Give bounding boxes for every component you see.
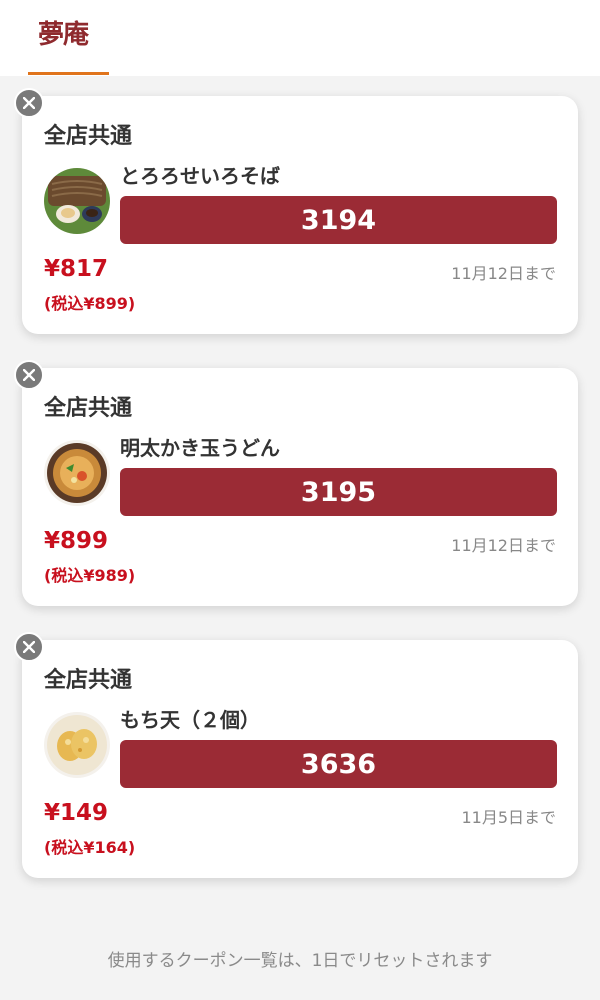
close-icon[interactable] xyxy=(14,360,44,390)
tax-included-price: (税込¥989) xyxy=(44,566,136,585)
active-tab-indicator xyxy=(28,72,109,75)
item-name: もち天（２個） xyxy=(120,708,260,732)
item-name: とろろせいろそば xyxy=(120,164,280,188)
expiry-date: 11月12日まで xyxy=(451,264,556,283)
soba-dish-icon xyxy=(44,168,110,234)
item-name: 明太かき玉うどん xyxy=(120,436,280,460)
coupon-scope: 全店共通 xyxy=(44,124,133,149)
coupon-code-button[interactable]: 3195 xyxy=(120,468,557,516)
udon-bowl-icon xyxy=(44,440,110,506)
reset-notice: 使用するクーポン一覧は、1日でリセットされます xyxy=(107,951,493,971)
price: ¥899 xyxy=(44,528,109,554)
expiry-date: 11月5日まで xyxy=(461,808,556,827)
close-icon[interactable] xyxy=(14,632,44,662)
coupon-code-button[interactable]: 3194 xyxy=(120,196,557,244)
coupon-card: 全店共通 とろろせいろそば 3194 ¥817 (税込¥899) 11月12日ま… xyxy=(22,96,578,334)
mochi-tempura-icon xyxy=(44,712,110,778)
price: ¥149 xyxy=(44,800,109,826)
tax-included-price: (税込¥164) xyxy=(44,838,136,857)
tax-included-price: (税込¥899) xyxy=(44,294,136,313)
coupon-card: 全店共通 もち天（２個） 3636 ¥149 (税込¥164) 11月5日まで xyxy=(22,640,578,878)
close-icon[interactable] xyxy=(14,88,44,118)
coupon-scope: 全店共通 xyxy=(44,396,133,421)
coupon-card: 全店共通 明太かき玉うどん 3195 ¥899 (税込¥989) 11月12日ま… xyxy=(22,368,578,606)
brand-logo[interactable]: 夢庵 xyxy=(38,14,89,51)
price: ¥817 xyxy=(44,256,109,282)
app-header: 夢庵 xyxy=(0,0,600,76)
expiry-date: 11月12日まで xyxy=(451,536,556,555)
coupon-code-button[interactable]: 3636 xyxy=(120,740,557,788)
coupon-scope: 全店共通 xyxy=(44,668,133,693)
